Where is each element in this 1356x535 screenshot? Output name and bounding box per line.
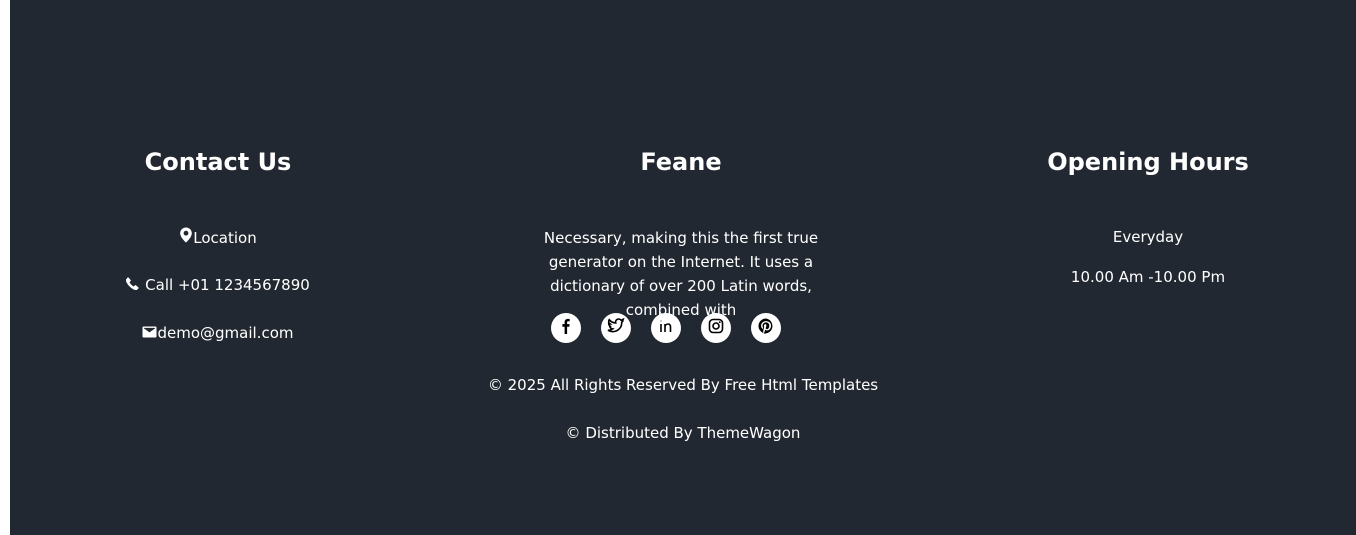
phone-icon [125, 275, 139, 295]
email-label: demo@gmail.com [157, 324, 294, 342]
facebook-icon [559, 318, 573, 338]
location-label: Location [193, 228, 257, 247]
instagram-link[interactable] [701, 313, 731, 343]
contact-heading: Contact Us [144, 148, 292, 176]
linkedin-link[interactable] [651, 313, 681, 343]
pinterest-link[interactable] [751, 313, 781, 343]
facebook-link[interactable] [551, 313, 581, 343]
linkedin-icon [658, 318, 674, 338]
twitter-icon [607, 317, 625, 338]
pinterest-icon [758, 318, 774, 338]
location-link[interactable]: Location [10, 227, 426, 248]
twitter-link[interactable] [601, 313, 631, 343]
brand-heading: Feane [640, 148, 722, 176]
hours-days: Everyday [1112, 228, 1184, 246]
email-link[interactable]: demo@gmail.com [10, 323, 426, 343]
copyright-text: © 2025 All Rights Reserved By Free Html … [487, 376, 879, 394]
footer: Contact Us Location Call +01 1234567890 [10, 0, 1356, 535]
hours-time: 10.00 Am -10.00 Pm [1070, 268, 1226, 286]
map-marker-icon [179, 227, 193, 248]
hours-heading: Opening Hours [1047, 148, 1249, 176]
social-links [551, 313, 781, 343]
envelope-icon [142, 323, 157, 343]
brand-description: Necessary, making this the first true ge… [543, 229, 819, 319]
call-label: Call +01 1234567890 [145, 276, 310, 294]
distributed-text: © Distributed By ThemeWagon [565, 424, 801, 442]
call-link[interactable]: Call +01 1234567890 [10, 275, 426, 295]
instagram-icon [708, 318, 724, 338]
